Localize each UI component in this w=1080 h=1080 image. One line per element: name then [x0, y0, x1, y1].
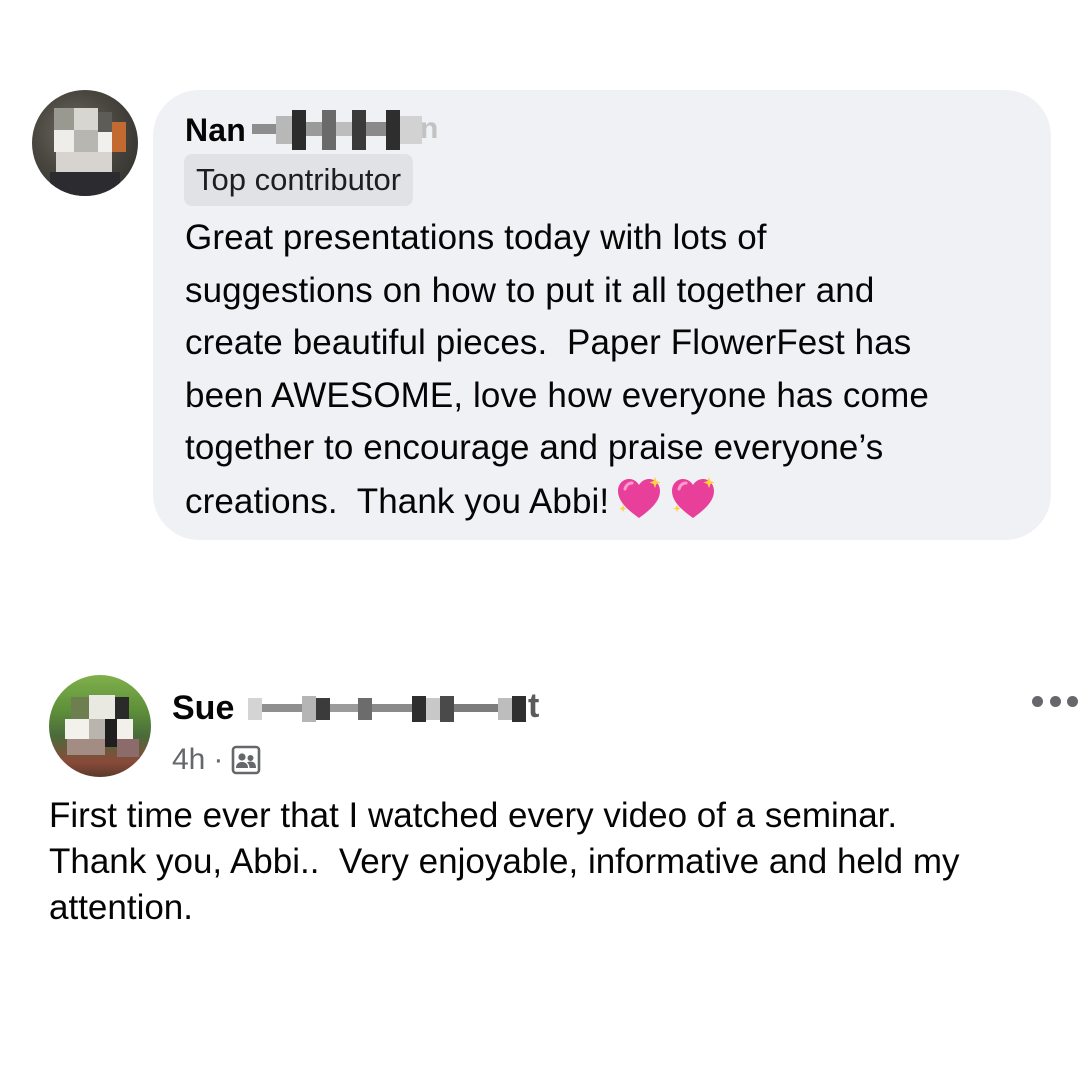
comment-2-author-trailing: t: [528, 687, 540, 725]
commenter-2-avatar[interactable]: [49, 675, 151, 777]
comment-2-line: First time ever that I watched every vid…: [49, 796, 898, 835]
comment-1-author-redaction: n: [252, 106, 446, 152]
comment-2-author-redaction: t: [248, 687, 578, 728]
comment-2-timestamp[interactable]: 4h: [172, 743, 205, 777]
comment-1-line: together to encourage and praise everyon…: [185, 428, 884, 468]
comment-1-author-name[interactable]: Nan: [185, 112, 246, 148]
comment-2-line: Thank you, Abbi.. Very enjoyable, inform…: [49, 842, 960, 881]
comment-1-author-trailing: n: [420, 112, 439, 145]
comment-2-meta: 4h ·: [172, 741, 261, 779]
comment-1-line: create beautiful pieces. Paper FlowerFes…: [185, 323, 912, 363]
comment-1-text: Great presentations today with lots of s…: [185, 212, 1045, 529]
more-dot: [1067, 695, 1078, 707]
comment-2-text: First time ever that I watched every vid…: [49, 793, 1079, 931]
commenter-1-avatar[interactable]: [32, 90, 138, 196]
sparkling-heart-icon: [618, 476, 661, 518]
comment-1-author[interactable]: Nan: [185, 112, 246, 149]
comment-2-author[interactable]: Sue: [172, 689, 234, 728]
comment-1-line: suggestions on how to put it all togethe…: [185, 270, 875, 310]
comment-1-last-line: creations. Thank you Abbi!: [185, 475, 1045, 529]
more-options-button[interactable]: [1032, 686, 1078, 716]
comment-1-line: creations. Thank you Abbi!: [185, 481, 610, 521]
group-members-icon: [232, 745, 261, 775]
comment-1-line: been AWESOME, love how everyone has come: [185, 375, 929, 415]
meta-separator: ·: [213, 743, 224, 776]
comment-2-line: attention.: [49, 888, 193, 927]
comment-1-line: Great presentations today with lots of: [185, 218, 767, 257]
more-dot: [1049, 695, 1061, 707]
more-dot: [1032, 695, 1043, 707]
comment-2-author-name[interactable]: Sue: [172, 689, 234, 727]
sparkling-heart-icon: [672, 476, 715, 518]
top-contributor-badge: Top contributor: [184, 154, 414, 206]
